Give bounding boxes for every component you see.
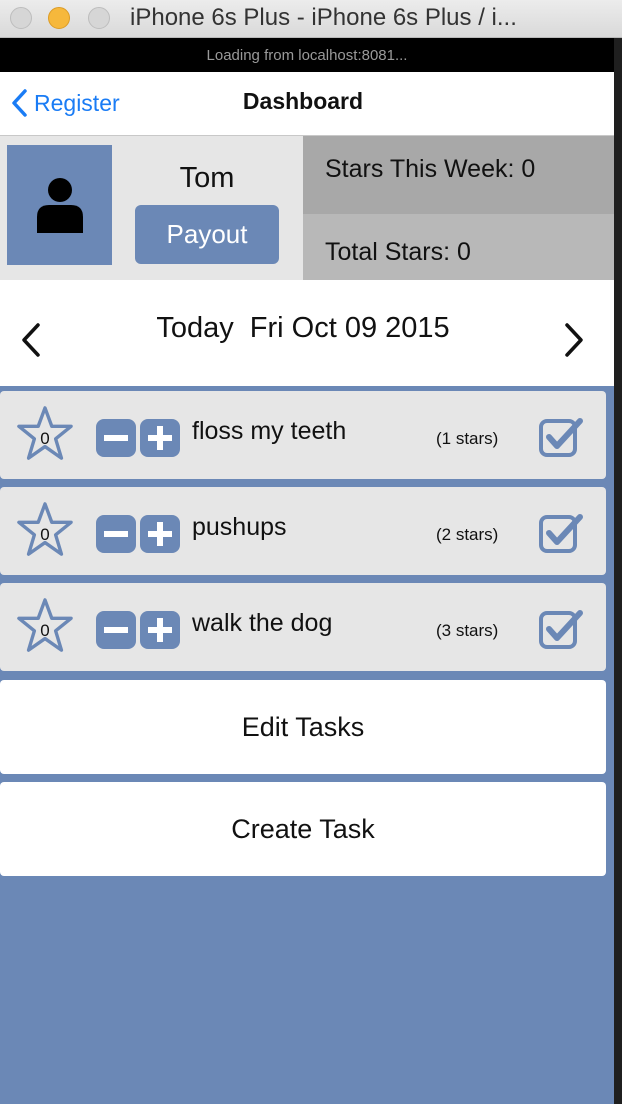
task-stars: (3 stars) bbox=[436, 621, 499, 640]
window-titlebar: iPhone 6s Plus - iPhone 6s Plus / i... bbox=[0, 0, 622, 38]
task-row: 0 walk the dog (3 stars) bbox=[0, 583, 606, 671]
window-edge bbox=[614, 38, 622, 1104]
chevron-right-icon[interactable] bbox=[563, 322, 585, 358]
minus-button[interactable] bbox=[96, 419, 136, 457]
avatar bbox=[7, 145, 112, 265]
person-icon bbox=[36, 178, 83, 233]
payout-button[interactable]: Payout bbox=[135, 205, 279, 264]
task-stars: (2 stars) bbox=[436, 525, 499, 544]
task-row: 0 pushups (2 stars) bbox=[0, 487, 606, 575]
task-stars: (1 stars) bbox=[436, 429, 499, 448]
star-count: 0 bbox=[40, 621, 50, 640]
task-list-area: 0 floss my teeth (1 stars) 0 pushups (2 … bbox=[0, 386, 614, 1104]
checkbox-icon[interactable] bbox=[538, 607, 584, 651]
plus-button[interactable] bbox=[140, 611, 180, 649]
plus-button[interactable] bbox=[140, 515, 180, 553]
window-title: iPhone 6s Plus - iPhone 6s Plus / i... bbox=[130, 4, 517, 31]
date-navigator: Today Fri Oct 09 2015 bbox=[0, 280, 614, 386]
minus-button[interactable] bbox=[96, 611, 136, 649]
navigation-bar: Register Dashboard bbox=[0, 72, 614, 136]
minimize-window-button[interactable] bbox=[48, 7, 70, 29]
task-name: walk the dog bbox=[192, 609, 333, 637]
minus-button[interactable] bbox=[96, 515, 136, 553]
star-count: 0 bbox=[40, 525, 50, 544]
stars-this-week-label: Stars This Week: 0 bbox=[325, 155, 536, 183]
page-title: Dashboard bbox=[242, 88, 364, 114]
stars-this-week: Stars This Week: 0 bbox=[303, 136, 614, 214]
stats-panel: Stars This Week: 0 Total Stars: 0 bbox=[303, 136, 614, 280]
user-name: Tom bbox=[179, 162, 235, 194]
task-name: pushups bbox=[192, 513, 287, 541]
profile-panel: Tom Payout Stars This Week: 0 Total Star… bbox=[0, 136, 614, 280]
create-task-button[interactable]: Create Task bbox=[0, 782, 606, 876]
close-window-button[interactable] bbox=[10, 7, 32, 29]
maximize-window-button[interactable] bbox=[88, 7, 110, 29]
edit-tasks-button[interactable]: Edit Tasks bbox=[0, 680, 606, 774]
total-stars-label: Total Stars: 0 bbox=[325, 238, 471, 266]
current-date: Today Fri Oct 09 2015 bbox=[156, 312, 450, 344]
loading-banner: Loading from localhost:8081... bbox=[0, 38, 614, 72]
task-row: 0 floss my teeth (1 stars) bbox=[0, 391, 606, 479]
task-name: floss my teeth bbox=[192, 417, 347, 445]
total-stars: Total Stars: 0 bbox=[303, 214, 614, 280]
checkbox-icon[interactable] bbox=[538, 511, 584, 555]
checkbox-icon[interactable] bbox=[538, 415, 584, 459]
plus-button[interactable] bbox=[140, 419, 180, 457]
star-count: 0 bbox=[40, 429, 50, 448]
